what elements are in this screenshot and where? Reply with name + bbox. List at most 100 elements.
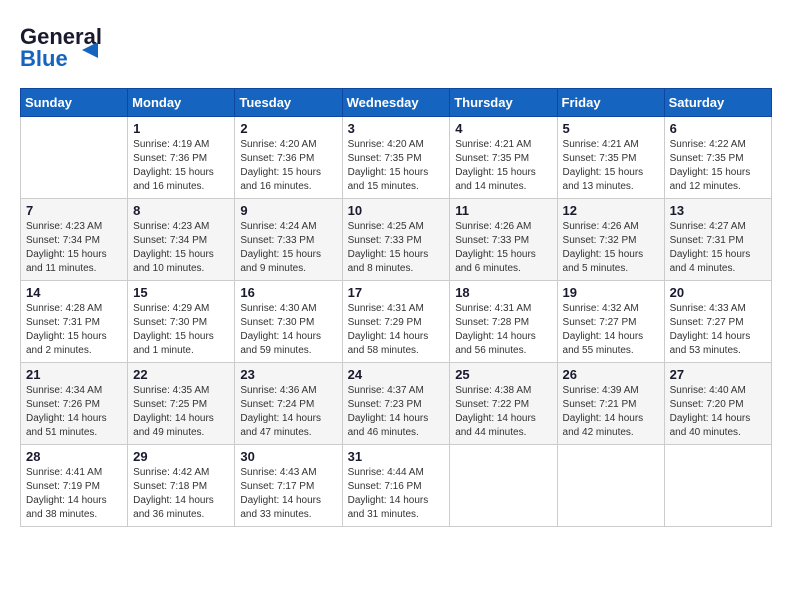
calendar-cell: 22 Sunrise: 4:35 AM Sunset: 7:25 PM Dayli…: [128, 363, 235, 445]
day-number: 6: [670, 121, 766, 136]
column-header-wednesday: Wednesday: [342, 89, 450, 117]
day-info: Sunrise: 4:30 AM Sunset: 7:30 PM Dayligh…: [240, 302, 336, 358]
day-number: 21: [26, 367, 122, 382]
calendar-cell: 3 Sunrise: 4:20 AM Sunset: 7:35 PM Daylig…: [342, 117, 450, 199]
calendar-cell: 11 Sunrise: 4:26 AM Sunset: 7:33 PM Dayli…: [450, 199, 557, 281]
calendar-header-row: SundayMondayTuesdayWednesdayThursdayFrid…: [21, 89, 772, 117]
svg-text:Blue: Blue: [20, 46, 68, 71]
day-info: Sunrise: 4:42 AM Sunset: 7:18 PM Dayligh…: [133, 466, 229, 522]
day-number: 29: [133, 449, 229, 464]
day-number: 5: [563, 121, 659, 136]
calendar-cell: 18Sunrise: 4:31 AM Sunset: 7:28 PM Dayli…: [450, 281, 557, 363]
logo: GeneralBlue: [20, 20, 110, 72]
day-number: 12: [563, 203, 659, 218]
day-info: Sunrise: 4:38 AM Sunset: 7:22 PM Dayligh…: [455, 384, 551, 440]
day-number: 27: [670, 367, 766, 382]
day-info: Sunrise: 4:39 AM Sunset: 7:21 PM Dayligh…: [563, 384, 659, 440]
calendar-cell: 21 Sunrise: 4:34 AM Sunset: 7:26 PM Dayli…: [21, 363, 128, 445]
page-header: GeneralBlue: [20, 20, 772, 72]
calendar-cell: [664, 445, 771, 527]
calendar-cell: [557, 445, 664, 527]
day-number: 4: [455, 121, 551, 136]
day-info: Sunrise: 4:26 AM Sunset: 7:32 PM Dayligh…: [563, 220, 659, 276]
column-header-thursday: Thursday: [450, 89, 557, 117]
calendar-cell: 13Sunrise: 4:27 AM Sunset: 7:31 PM Dayli…: [664, 199, 771, 281]
calendar-cell: 31 Sunrise: 4:44 AM Sunset: 7:16 PM Dayli…: [342, 445, 450, 527]
day-info: Sunrise: 4:28 AM Sunset: 7:31 PM Dayligh…: [26, 302, 122, 358]
calendar-cell: 24Sunrise: 4:37 AM Sunset: 7:23 PM Dayli…: [342, 363, 450, 445]
day-info: Sunrise: 4:40 AM Sunset: 7:20 PM Dayligh…: [670, 384, 766, 440]
day-number: 16: [240, 285, 336, 300]
day-number: 31: [348, 449, 445, 464]
day-number: 14: [26, 285, 122, 300]
calendar-cell: 10 Sunrise: 4:25 AM Sunset: 7:33 PM Dayli…: [342, 199, 450, 281]
day-number: 23: [240, 367, 336, 382]
calendar-cell: 5 Sunrise: 4:21 AM Sunset: 7:35 PM Daylig…: [557, 117, 664, 199]
week-row-4: 21 Sunrise: 4:34 AM Sunset: 7:26 PM Dayli…: [21, 363, 772, 445]
day-info: Sunrise: 4:20 AM Sunset: 7:35 PM Dayligh…: [348, 138, 445, 194]
calendar-cell: 15Sunrise: 4:29 AM Sunset: 7:30 PM Dayli…: [128, 281, 235, 363]
day-info: Sunrise: 4:31 AM Sunset: 7:29 PM Dayligh…: [348, 302, 445, 358]
day-number: 18: [455, 285, 551, 300]
column-header-saturday: Saturday: [664, 89, 771, 117]
day-info: Sunrise: 4:32 AM Sunset: 7:27 PM Dayligh…: [563, 302, 659, 358]
day-number: 22: [133, 367, 229, 382]
day-info: Sunrise: 4:26 AM Sunset: 7:33 PM Dayligh…: [455, 220, 551, 276]
calendar-cell: 1Sunrise: 4:19 AM Sunset: 7:36 PM Daylig…: [128, 117, 235, 199]
column-header-tuesday: Tuesday: [235, 89, 342, 117]
calendar-cell: 9Sunrise: 4:24 AM Sunset: 7:33 PM Daylig…: [235, 199, 342, 281]
calendar-cell: 29 Sunrise: 4:42 AM Sunset: 7:18 PM Dayli…: [128, 445, 235, 527]
column-header-sunday: Sunday: [21, 89, 128, 117]
calendar-cell: 20 Sunrise: 4:33 AM Sunset: 7:27 PM Dayli…: [664, 281, 771, 363]
day-number: 30: [240, 449, 336, 464]
calendar-cell: 30 Sunrise: 4:43 AM Sunset: 7:17 PM Dayli…: [235, 445, 342, 527]
day-info: Sunrise: 4:41 AM Sunset: 7:19 PM Dayligh…: [26, 466, 122, 522]
day-number: 9: [240, 203, 336, 218]
calendar-cell: 26 Sunrise: 4:39 AM Sunset: 7:21 PM Dayli…: [557, 363, 664, 445]
calendar-cell: 4Sunrise: 4:21 AM Sunset: 7:35 PM Daylig…: [450, 117, 557, 199]
day-info: Sunrise: 4:35 AM Sunset: 7:25 PM Dayligh…: [133, 384, 229, 440]
day-info: Sunrise: 4:34 AM Sunset: 7:26 PM Dayligh…: [26, 384, 122, 440]
calendar-cell: 6Sunrise: 4:22 AM Sunset: 7:35 PM Daylig…: [664, 117, 771, 199]
day-number: 1: [133, 121, 229, 136]
day-info: Sunrise: 4:44 AM Sunset: 7:16 PM Dayligh…: [348, 466, 445, 522]
day-info: Sunrise: 4:25 AM Sunset: 7:33 PM Dayligh…: [348, 220, 445, 276]
calendar-cell: 25Sunrise: 4:38 AM Sunset: 7:22 PM Dayli…: [450, 363, 557, 445]
day-info: Sunrise: 4:21 AM Sunset: 7:35 PM Dayligh…: [563, 138, 659, 194]
calendar-cell: 19 Sunrise: 4:32 AM Sunset: 7:27 PM Dayli…: [557, 281, 664, 363]
calendar-cell: 16 Sunrise: 4:30 AM Sunset: 7:30 PM Dayli…: [235, 281, 342, 363]
day-number: 3: [348, 121, 445, 136]
day-info: Sunrise: 4:29 AM Sunset: 7:30 PM Dayligh…: [133, 302, 229, 358]
calendar-cell: 27 Sunrise: 4:40 AM Sunset: 7:20 PM Dayli…: [664, 363, 771, 445]
calendar-cell: 7Sunrise: 4:23 AM Sunset: 7:34 PM Daylig…: [21, 199, 128, 281]
calendar-cell: 2Sunrise: 4:20 AM Sunset: 7:36 PM Daylig…: [235, 117, 342, 199]
day-number: 8: [133, 203, 229, 218]
day-number: 26: [563, 367, 659, 382]
calendar-cell: [21, 117, 128, 199]
day-info: Sunrise: 4:43 AM Sunset: 7:17 PM Dayligh…: [240, 466, 336, 522]
calendar-cell: [450, 445, 557, 527]
calendar-cell: 23 Sunrise: 4:36 AM Sunset: 7:24 PM Dayli…: [235, 363, 342, 445]
day-number: 11: [455, 203, 551, 218]
day-info: Sunrise: 4:33 AM Sunset: 7:27 PM Dayligh…: [670, 302, 766, 358]
day-number: 19: [563, 285, 659, 300]
week-row-5: 28 Sunrise: 4:41 AM Sunset: 7:19 PM Dayli…: [21, 445, 772, 527]
day-info: Sunrise: 4:23 AM Sunset: 7:34 PM Dayligh…: [133, 220, 229, 276]
day-number: 24: [348, 367, 445, 382]
week-row-3: 14 Sunrise: 4:28 AM Sunset: 7:31 PM Dayli…: [21, 281, 772, 363]
calendar-cell: 28 Sunrise: 4:41 AM Sunset: 7:19 PM Dayli…: [21, 445, 128, 527]
logo-svg: GeneralBlue: [20, 20, 110, 72]
day-number: 10: [348, 203, 445, 218]
column-header-monday: Monday: [128, 89, 235, 117]
calendar-cell: 8 Sunrise: 4:23 AM Sunset: 7:34 PM Daylig…: [128, 199, 235, 281]
day-number: 28: [26, 449, 122, 464]
day-number: 17: [348, 285, 445, 300]
calendar-cell: 12 Sunrise: 4:26 AM Sunset: 7:32 PM Dayli…: [557, 199, 664, 281]
calendar-table: SundayMondayTuesdayWednesdayThursdayFrid…: [20, 88, 772, 527]
day-info: Sunrise: 4:27 AM Sunset: 7:31 PM Dayligh…: [670, 220, 766, 276]
day-number: 20: [670, 285, 766, 300]
week-row-2: 7Sunrise: 4:23 AM Sunset: 7:34 PM Daylig…: [21, 199, 772, 281]
day-info: Sunrise: 4:36 AM Sunset: 7:24 PM Dayligh…: [240, 384, 336, 440]
day-info: Sunrise: 4:20 AM Sunset: 7:36 PM Dayligh…: [240, 138, 336, 194]
week-row-1: 1Sunrise: 4:19 AM Sunset: 7:36 PM Daylig…: [21, 117, 772, 199]
